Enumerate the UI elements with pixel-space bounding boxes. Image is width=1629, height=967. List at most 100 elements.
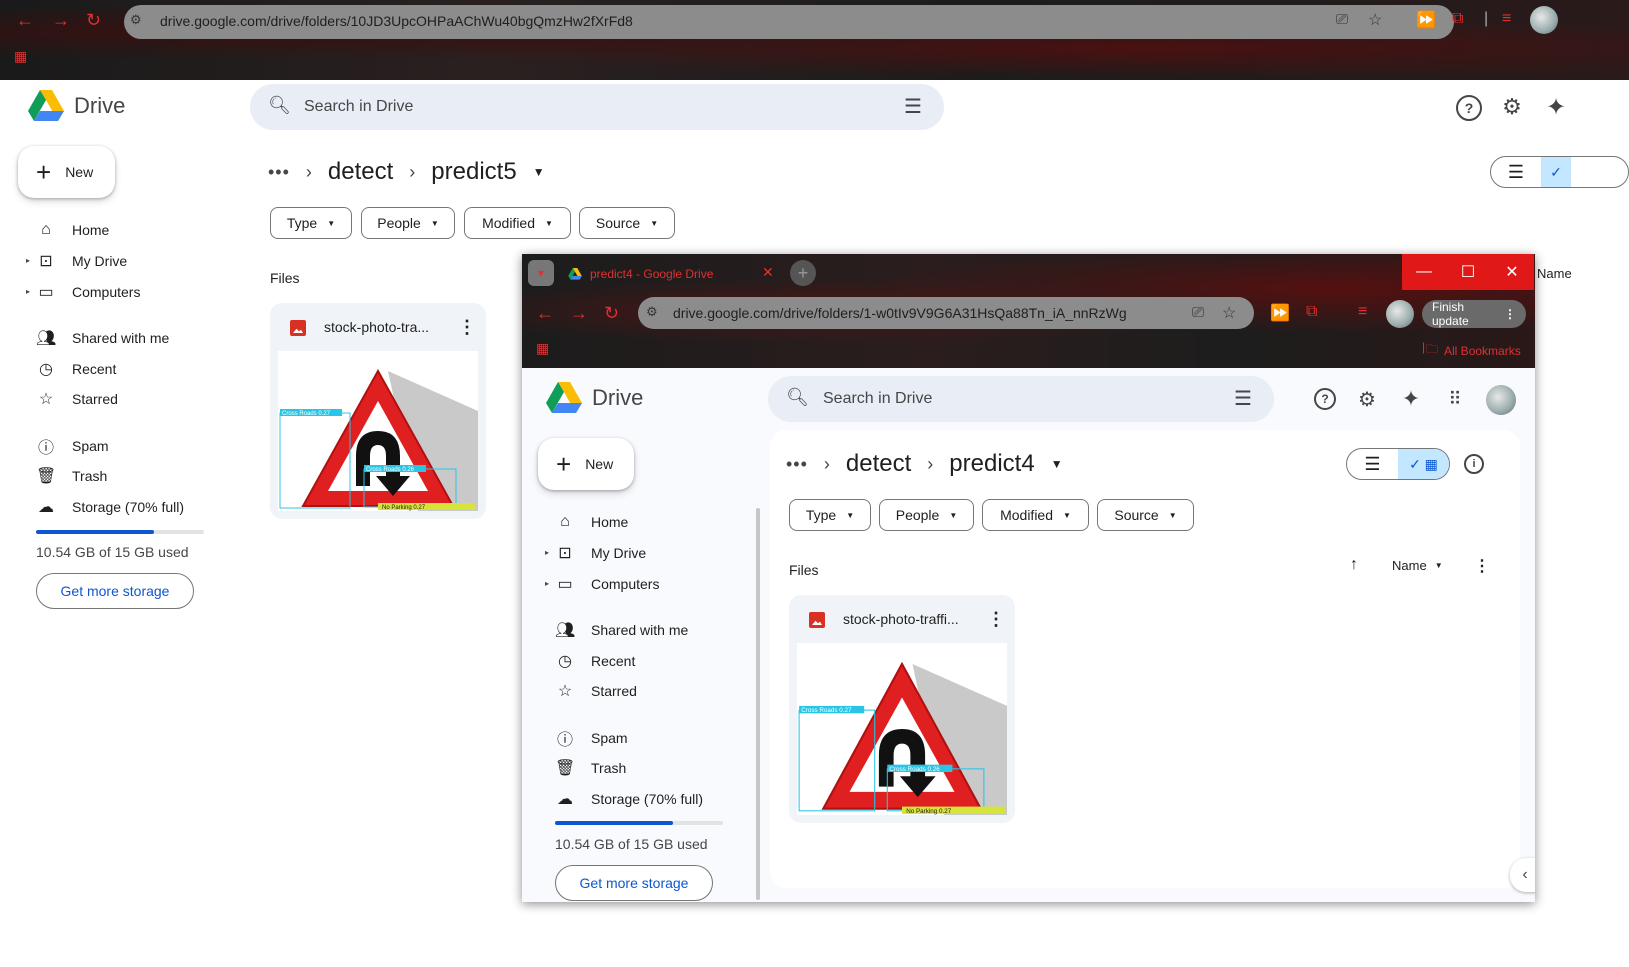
sidebar-item-starred[interactable]: ☆ Starred <box>36 385 118 413</box>
sidebar-item-storage[interactable]: ☁ Storage (70% full) <box>555 785 703 813</box>
drive-logo[interactable]: Drive <box>28 90 125 122</box>
extension-icon[interactable]: ⏩ <box>1416 10 1436 30</box>
new-button[interactable]: + New <box>18 146 115 198</box>
grid-view-check-icon[interactable]: ✓ <box>1541 157 1571 187</box>
expand-my-drive-icon[interactable]: ▸ <box>26 256 34 265</box>
fg-profile-avatar[interactable] <box>1386 300 1414 328</box>
get-more-storage-button[interactable]: Get more storage <box>36 573 194 609</box>
filter-type[interactable]: Type ▼ <box>270 207 352 239</box>
sidebar-item-shared[interactable]: 👥︎ Shared with me <box>555 616 688 644</box>
finish-update-button[interactable]: Finish update ⋮ <box>1422 300 1526 328</box>
list-view-icon[interactable]: ☰ <box>1347 449 1398 479</box>
expand-my-drive-icon[interactable]: ▸ <box>545 548 553 557</box>
tab-search-icon[interactable]: ▾ <box>528 260 554 286</box>
file-card[interactable]: stock-photo-traffi... ⋮ Cross Roads 0.27… <box>789 595 1015 823</box>
site-info-icon[interactable]: ⚙ <box>130 12 142 28</box>
file-card[interactable]: stock-photo-tra... ⋮ Cross Roads 0.27 Cr… <box>270 303 486 519</box>
sidebar-item-spam[interactable]: ⓘ Spam <box>555 724 628 752</box>
view-toggle[interactable]: ☰ ✓ <box>1490 156 1629 188</box>
breadcrumb-parent[interactable]: detect <box>846 450 911 478</box>
expand-computers-icon[interactable]: ▸ <box>26 287 34 296</box>
search-bar[interactable]: 🔍︎ Search in Drive ☰ <box>768 376 1274 422</box>
filter-people[interactable]: People ▼ <box>361 207 455 239</box>
grid-view-icon[interactable]: ✓ ▦ <box>1398 449 1449 479</box>
extension-puzzle-icon[interactable]: ⧉ <box>1452 10 1463 28</box>
filter-source[interactable]: Source ▼ <box>1097 499 1194 531</box>
sidebar-item-spam[interactable]: ⓘ Spam <box>36 432 109 460</box>
help-icon[interactable]: ? <box>1456 95 1482 121</box>
sidebar-item-trash[interactable]: 🗑︎ Trash <box>555 754 626 782</box>
settings-icon[interactable]: ⚙ <box>1498 93 1526 121</box>
site-info-icon[interactable]: ⚙ <box>646 304 658 320</box>
more-actions-icon[interactable]: ⋮ <box>458 317 476 338</box>
extension-puzzle-icon[interactable]: ⧉ <box>1306 303 1317 321</box>
more-actions-icon[interactable]: ⋮ <box>987 609 1005 630</box>
sidebar-item-shared[interactable]: 👥︎ Shared with me <box>36 324 169 352</box>
minimize-icon[interactable]: — <box>1402 254 1446 290</box>
settings-icon[interactable]: ⚙ <box>1354 386 1380 412</box>
reload-icon[interactable]: ↻ <box>86 10 101 31</box>
sidebar-scrollbar[interactable] <box>756 508 760 900</box>
help-icon[interactable]: ? <box>1314 388 1336 410</box>
gemini-icon[interactable]: ✦ <box>1542 93 1570 121</box>
side-panel-toggle-icon[interactable]: ‹ <box>1510 858 1535 892</box>
filter-modified[interactable]: Modified ▼ <box>464 207 571 239</box>
expand-computers-icon[interactable]: ▸ <box>545 579 553 588</box>
more-breadcrumb-icon[interactable]: ••• <box>268 162 290 183</box>
more-options-icon[interactable]: ⋮ <box>1474 556 1490 576</box>
all-bookmarks-button[interactable]: 🗀 All Bookmarks <box>1426 340 1521 361</box>
sidebar-item-recent[interactable]: ◷ Recent <box>555 647 635 675</box>
new-tab-icon[interactable]: + <box>790 260 816 286</box>
address-text[interactable]: drive.google.com/drive/folders/10JD3UpcO… <box>160 13 633 29</box>
fg-address-text[interactable]: drive.google.com/drive/folders/1-w0tIv9V… <box>673 305 1127 321</box>
profile-avatar[interactable] <box>1530 6 1558 34</box>
account-avatar[interactable] <box>1486 385 1516 415</box>
sidebar-item-computers[interactable]: ▭ Computers <box>36 278 140 306</box>
filter-modified[interactable]: Modified ▼ <box>982 499 1089 531</box>
more-breadcrumb-icon[interactable]: ••• <box>786 454 808 475</box>
forward-icon[interactable]: → <box>570 303 588 324</box>
sidebar-item-storage[interactable]: ☁ Storage (70% full) <box>36 493 184 521</box>
sidebar-item-computers[interactable]: ▭ Computers <box>555 570 659 598</box>
sidebar-item-trash[interactable]: 🗑︎ Trash <box>36 462 107 490</box>
search-icon[interactable]: 🔍︎ <box>268 95 291 116</box>
breadcrumb-current[interactable]: predict5 <box>431 158 516 186</box>
sidebar-item-my-drive[interactable]: ⊡ My Drive <box>36 247 127 275</box>
filter-people[interactable]: People ▼ <box>879 499 974 531</box>
sidebar-item-home[interactable]: ⌂ Home <box>36 216 109 244</box>
file-thumbnail[interactable]: Cross Roads 0.27 Cross Roads 0.26 No Par… <box>797 643 1007 815</box>
back-icon[interactable]: ← <box>536 303 554 324</box>
apps-launcher-icon[interactable]: ⠿ <box>1442 386 1468 412</box>
caret-down-icon[interactable]: ▼ <box>1051 457 1063 471</box>
extension-icon[interactable]: ⏩ <box>1270 303 1290 323</box>
install-icon[interactable]: ⎚ <box>1336 11 1348 28</box>
view-toggle[interactable]: ☰ ✓ ▦ <box>1346 448 1450 480</box>
breadcrumb-parent[interactable]: detect <box>328 158 393 186</box>
sidebar-item-my-drive[interactable]: ⊡ My Drive <box>555 539 646 567</box>
reading-list-icon[interactable]: ≡ <box>1358 303 1367 321</box>
install-icon[interactable]: ⎚ <box>1192 304 1204 321</box>
search-options-icon[interactable]: ☰ <box>904 94 922 119</box>
get-more-storage-button[interactable]: Get more storage <box>555 865 713 901</box>
gemini-icon[interactable]: ✦ <box>1398 386 1424 412</box>
sidebar-item-recent[interactable]: ◷ Recent <box>36 355 116 383</box>
file-thumbnail[interactable]: Cross Roads 0.27 Cross Roads 0.26 No Par… <box>278 351 478 511</box>
new-button[interactable]: + New <box>538 438 634 490</box>
apps-grid-icon[interactable]: ▦ <box>536 340 549 357</box>
drive-logo[interactable]: Drive <box>546 382 643 414</box>
close-tab-icon[interactable]: ✕ <box>762 264 774 281</box>
search-options-icon[interactable]: ☰ <box>1234 386 1252 411</box>
search-bar[interactable]: 🔍︎ Search in Drive ☰ <box>250 84 944 130</box>
name-column-header[interactable]: Name <box>1537 266 1572 281</box>
foreground-browser-window[interactable]: ▾ predict4 - Google Drive ✕ + — ☐ ✕ ← → … <box>522 254 1535 902</box>
filter-source[interactable]: Source ▼ <box>579 207 675 239</box>
search-icon[interactable]: 🔍︎ <box>786 387 809 408</box>
info-icon[interactable]: i <box>1464 454 1484 474</box>
close-window-icon[interactable]: ✕ <box>1490 254 1534 290</box>
active-tab[interactable]: predict4 - Google Drive ✕ <box>562 258 782 290</box>
maximize-icon[interactable]: ☐ <box>1446 254 1490 290</box>
sidebar-item-starred[interactable]: ☆ Starred <box>555 677 637 705</box>
reload-icon[interactable]: ↻ <box>604 303 619 324</box>
sort-direction-icon[interactable]: ↑ <box>1350 556 1358 574</box>
apps-grid-icon[interactable]: ▦ <box>14 48 30 64</box>
